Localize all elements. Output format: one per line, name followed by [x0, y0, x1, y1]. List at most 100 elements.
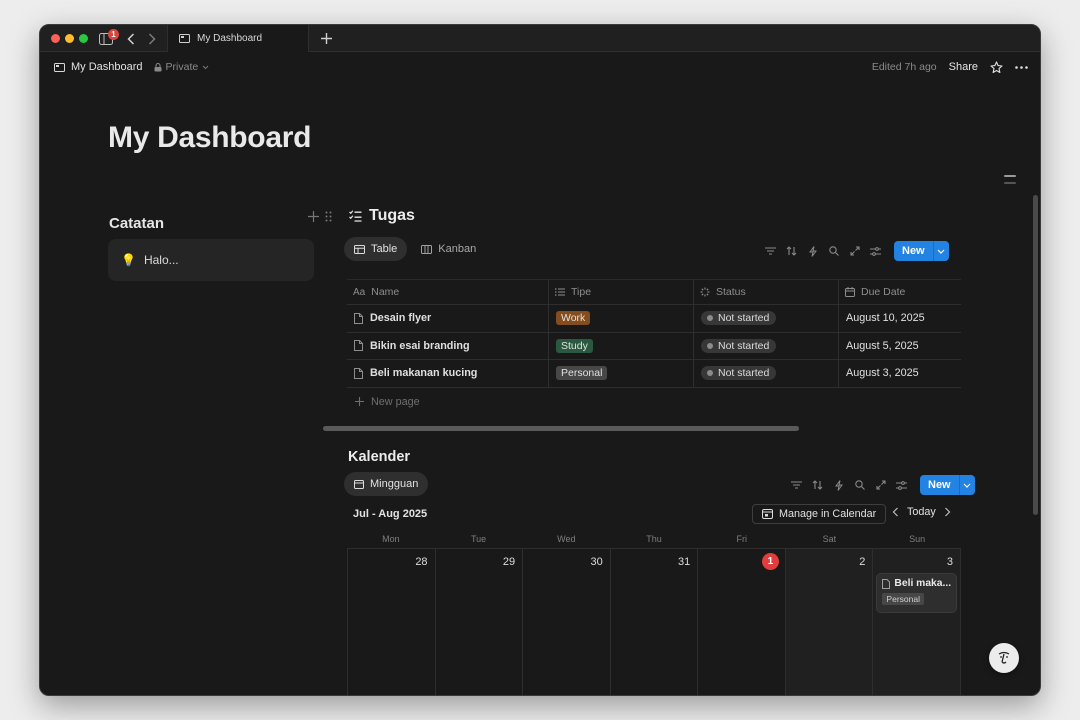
new-tab-plus-icon[interactable] — [319, 30, 333, 47]
table-header: Aa Name Tipe Status Due Date — [347, 279, 961, 305]
share-button[interactable]: Share — [949, 61, 978, 73]
zoom-window-button[interactable] — [79, 34, 88, 43]
day-cell[interactable]: 29 — [436, 549, 524, 695]
tab-kanban-view[interactable]: Kanban — [411, 237, 486, 261]
status-loader-icon — [700, 287, 710, 297]
breadcrumb[interactable]: My Dashboard — [54, 61, 143, 73]
cell-name[interactable]: Desain flyer — [347, 305, 549, 332]
chevron-left-icon[interactable] — [892, 507, 899, 517]
manage-label: Manage in Calendar — [779, 508, 877, 520]
cell-tipe[interactable]: Personal — [549, 360, 694, 387]
new-button-label: New — [920, 475, 959, 495]
expand-icon[interactable] — [848, 245, 861, 258]
cell-tipe[interactable]: Work — [549, 305, 694, 332]
new-page-row[interactable]: New page — [347, 388, 961, 416]
lock-icon — [154, 62, 162, 72]
search-icon[interactable] — [853, 479, 866, 492]
notification-badge: 1 — [108, 29, 119, 40]
chevron-down-icon[interactable] — [958, 475, 975, 495]
add-block-icon[interactable] — [308, 211, 319, 222]
privacy-dropdown[interactable]: Private — [154, 61, 210, 73]
table-row[interactable]: Beli makanan kucing Personal Not started… — [347, 360, 961, 388]
calendar-event-card[interactable]: Beli maka... Personal — [877, 574, 957, 612]
cell-due-date[interactable]: August 10, 2025 — [839, 305, 961, 332]
kalender-view-tabs: Mingguan — [344, 472, 429, 496]
new-button-label: New — [894, 241, 933, 261]
weekday-label: Wed — [557, 534, 576, 544]
task-name: Bikin esai branding — [370, 339, 470, 352]
task-name: Desain flyer — [370, 312, 432, 325]
tugas-heading[interactable]: Tugas — [349, 207, 415, 225]
expand-icon[interactable] — [874, 479, 887, 492]
help-assistant-button[interactable] — [989, 643, 1019, 673]
today-button[interactable]: Today — [907, 506, 936, 518]
tab-my-dashboard[interactable]: My Dashboard — [167, 25, 309, 52]
day-cell-today[interactable]: 1 — [698, 549, 786, 695]
note-card[interactable]: 💡 Halo... — [108, 239, 314, 281]
table-of-contents-icon[interactable] — [1004, 175, 1016, 189]
drag-handle-icon[interactable] — [325, 211, 332, 222]
cell-tipe[interactable]: Study — [549, 332, 694, 359]
weekday-label: Mon — [382, 534, 400, 544]
column-header-name[interactable]: Aa Name — [347, 280, 549, 304]
close-window-button[interactable] — [51, 34, 60, 43]
cell-name[interactable]: Beli makanan kucing — [347, 360, 549, 387]
column-header-due-date[interactable]: Due Date — [839, 280, 961, 304]
day-cell[interactable]: 2 — [785, 549, 874, 695]
star-icon[interactable] — [990, 60, 1003, 74]
automation-bolt-icon[interactable] — [806, 245, 819, 258]
settings-sliders-icon[interactable] — [895, 479, 908, 492]
cell-status[interactable]: Not started — [694, 332, 839, 359]
sort-icon[interactable] — [785, 245, 798, 258]
calendar-icon — [845, 287, 855, 297]
column-header-tipe[interactable]: Tipe — [549, 280, 694, 304]
chevron-right-icon[interactable] — [944, 507, 951, 517]
automation-bolt-icon[interactable] — [832, 479, 845, 492]
day-cell[interactable]: 31 — [611, 549, 699, 695]
horizontal-scrollbar[interactable] — [323, 426, 799, 431]
forward-arrow-icon[interactable] — [145, 30, 159, 47]
page-title[interactable]: My Dashboard — [108, 121, 311, 155]
filter-icon[interactable] — [764, 245, 777, 258]
new-task-button[interactable]: New — [894, 241, 949, 261]
plus-icon — [355, 397, 364, 406]
weekday-label: Sat — [822, 534, 837, 544]
cell-due-date[interactable]: August 3, 2025 — [839, 360, 961, 387]
status-label: Not started — [718, 312, 770, 325]
status-label: Not started — [718, 367, 770, 380]
day-cell[interactable]: 28 — [348, 549, 436, 695]
settings-sliders-icon[interactable] — [869, 245, 882, 258]
breadcrumb-label: My Dashboard — [71, 61, 143, 73]
lightbulb-icon: 💡 — [121, 253, 136, 267]
day-cell[interactable]: 30 — [523, 549, 611, 695]
cell-status[interactable]: Not started — [694, 305, 839, 332]
cell-name[interactable]: Bikin esai branding — [347, 332, 549, 359]
back-arrow-icon[interactable] — [124, 30, 138, 47]
new-event-button[interactable]: New — [920, 475, 975, 495]
search-icon[interactable] — [827, 245, 840, 258]
ai-face-icon — [996, 650, 1012, 666]
cell-status[interactable]: Not started — [694, 360, 839, 387]
kalender-heading[interactable]: Kalender — [348, 449, 410, 465]
cell-due-date[interactable]: August 5, 2025 — [839, 333, 961, 360]
tab-mingguan-view[interactable]: Mingguan — [344, 472, 429, 496]
table-row[interactable]: Desain flyer Work Not started August 10,… — [347, 305, 961, 333]
kalender-toolbar: New — [790, 475, 975, 495]
day-cell[interactable]: 3 Beli maka... Personal — [873, 549, 961, 695]
column-label: Tipe — [571, 286, 592, 298]
vertical-scrollbar[interactable] — [1033, 195, 1038, 515]
sort-icon[interactable] — [811, 479, 824, 492]
more-options-icon[interactable] — [1015, 65, 1028, 69]
event-title-text: Beli maka... — [894, 578, 952, 589]
table-row[interactable]: Bikin esai branding Study Not started Au… — [347, 332, 961, 360]
chevron-down-icon[interactable] — [932, 241, 949, 261]
tab-table-view[interactable]: Table — [344, 237, 408, 261]
day-number: 3 — [946, 556, 953, 568]
header-actions: Edited 7h ago Share — [872, 52, 1028, 82]
column-header-status[interactable]: Status — [694, 280, 839, 304]
new-page-label: New page — [371, 395, 420, 408]
status-badge: Not started — [701, 338, 777, 353]
manage-in-calendar-button[interactable]: Manage in Calendar — [752, 504, 887, 524]
filter-icon[interactable] — [790, 479, 803, 492]
minimize-window-button[interactable] — [65, 34, 74, 43]
